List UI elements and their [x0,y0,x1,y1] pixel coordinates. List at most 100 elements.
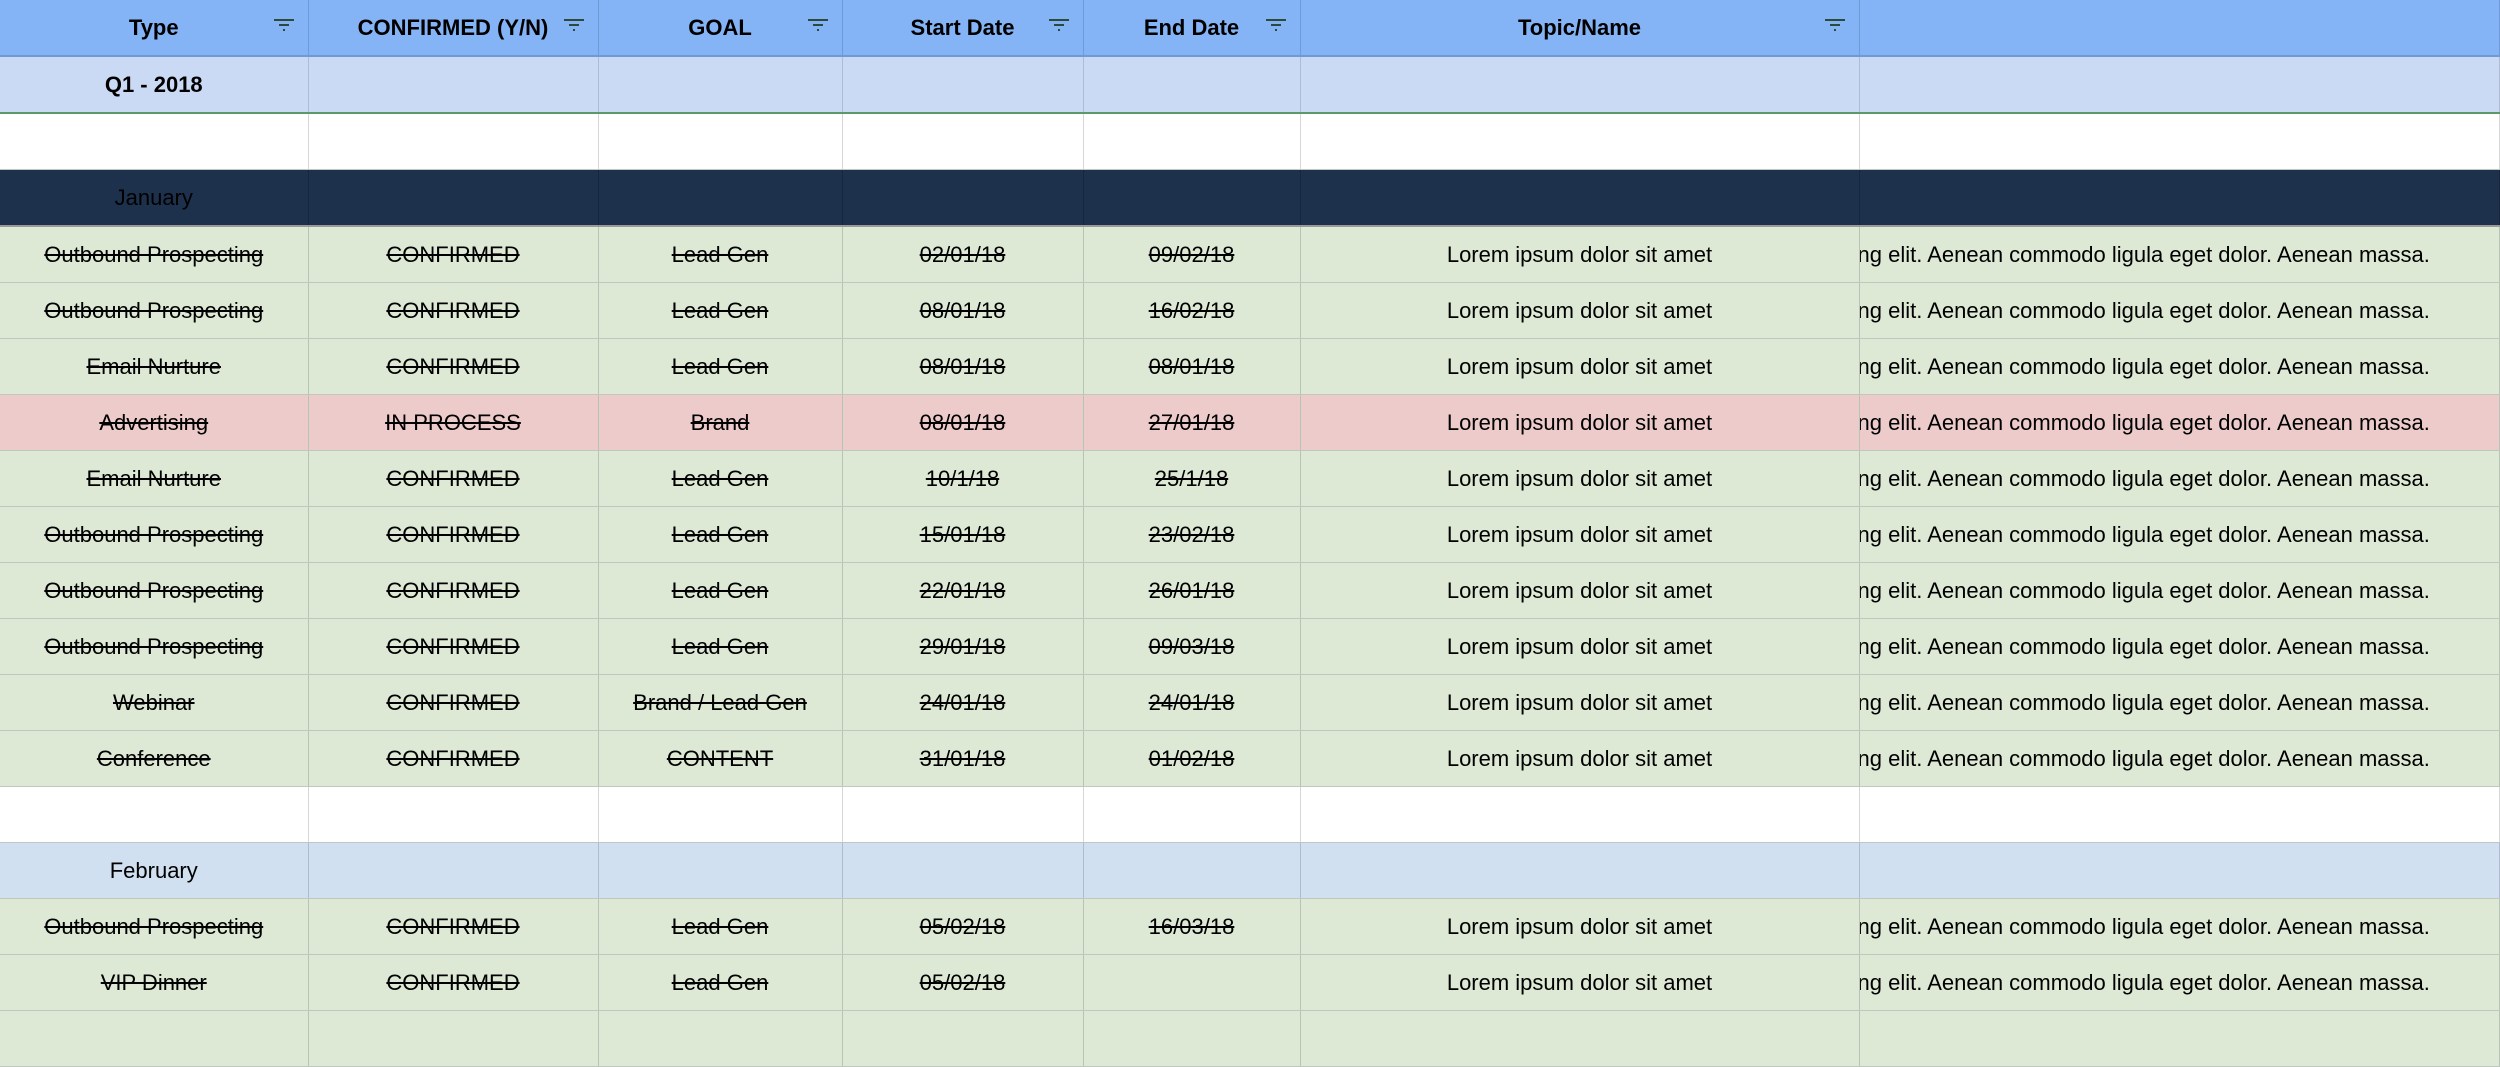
cell[interactable] [1300,786,1860,843]
end-date-cell[interactable]: 26/01/18 [1083,562,1301,619]
start-date-cell[interactable]: 08/01/18 [842,338,1084,395]
confirmed-cell[interactable]: CONFIRMED [308,618,599,675]
confirmed-cell[interactable]: CONFIRMED [308,450,599,507]
description-cell[interactable]: ng elit. Aenean commodo ligula eget dolo… [1859,954,2500,1011]
start-date-cell[interactable]: 29/01/18 [842,618,1084,675]
confirmed-cell[interactable]: CONFIRMED [308,562,599,619]
goal-cell[interactable]: Lead Gen [598,506,843,563]
column-header[interactable]: Start Date [842,0,1084,57]
start-date-cell[interactable]: 05/02/18 [842,898,1084,955]
filter-icon[interactable] [807,18,828,32]
cell[interactable] [1300,169,1860,227]
goal-cell[interactable]: Brand / Lead Gen [598,674,843,731]
cell[interactable] [1859,786,2500,843]
cell[interactable] [308,1010,599,1067]
confirmed-cell[interactable]: CONFIRMED [308,674,599,731]
type-cell[interactable]: Outbound Prospecting [0,618,309,675]
cell[interactable] [842,113,1084,170]
end-date-cell[interactable]: 01/02/18 [1083,730,1301,787]
description-cell[interactable]: ng elit. Aenean commodo ligula eget dolo… [1859,450,2500,507]
type-cell[interactable]: Outbound Prospecting [0,226,309,283]
start-date-cell[interactable]: 15/01/18 [842,506,1084,563]
confirmed-cell[interactable]: IN PROCESS [308,394,599,451]
topic-cell[interactable]: Lorem ipsum dolor sit amet [1300,450,1860,507]
filter-icon[interactable] [1824,18,1845,32]
column-header[interactable]: GOAL [598,0,843,57]
cell[interactable] [598,169,843,227]
goal-cell[interactable]: Lead Gen [598,954,843,1011]
cell[interactable] [1300,842,1860,899]
month-label[interactable]: February [0,842,309,899]
topic-cell[interactable]: Lorem ipsum dolor sit amet [1300,394,1860,451]
cell[interactable] [1083,113,1301,170]
topic-cell[interactable]: Lorem ipsum dolor sit amet [1300,618,1860,675]
goal-cell[interactable]: Lead Gen [598,282,843,339]
column-header[interactable] [1859,0,2500,57]
goal-cell[interactable]: Brand [598,394,843,451]
description-cell[interactable]: ng elit. Aenean commodo ligula eget dolo… [1859,226,2500,283]
goal-cell[interactable]: Lead Gen [598,898,843,955]
description-cell[interactable]: ng elit. Aenean commodo ligula eget dolo… [1859,282,2500,339]
description-cell[interactable]: ng elit. Aenean commodo ligula eget dolo… [1859,506,2500,563]
quarter-label[interactable]: Q1 - 2018 [0,56,309,114]
topic-cell[interactable]: Lorem ipsum dolor sit amet [1300,730,1860,787]
start-date-cell[interactable]: 22/01/18 [842,562,1084,619]
type-cell[interactable]: Webinar [0,674,309,731]
topic-cell[interactable]: Lorem ipsum dolor sit amet [1300,674,1860,731]
description-cell[interactable]: ng elit. Aenean commodo ligula eget dolo… [1859,730,2500,787]
column-header[interactable]: Topic/Name [1300,0,1860,57]
cell[interactable] [842,1010,1084,1067]
cell[interactable] [308,169,599,227]
description-cell[interactable]: ng elit. Aenean commodo ligula eget dolo… [1859,618,2500,675]
goal-cell[interactable]: Lead Gen [598,338,843,395]
end-date-cell[interactable] [1083,954,1301,1011]
end-date-cell[interactable]: 16/03/18 [1083,898,1301,955]
filter-icon[interactable] [273,18,294,32]
topic-cell[interactable]: Lorem ipsum dolor sit amet [1300,954,1860,1011]
start-date-cell[interactable]: 08/01/18 [842,282,1084,339]
cell[interactable] [1859,842,2500,899]
cell[interactable] [598,786,843,843]
cell[interactable] [842,842,1084,899]
cell[interactable] [0,113,309,170]
end-date-cell[interactable]: 09/02/18 [1083,226,1301,283]
cell[interactable] [1859,56,2500,114]
goal-cell[interactable]: Lead Gen [598,226,843,283]
cell[interactable] [598,1010,843,1067]
topic-cell[interactable]: Lorem ipsum dolor sit amet [1300,338,1860,395]
end-date-cell[interactable]: 23/02/18 [1083,506,1301,563]
confirmed-cell[interactable]: CONFIRMED [308,338,599,395]
topic-cell[interactable]: Lorem ipsum dolor sit amet [1300,506,1860,563]
start-date-cell[interactable]: 08/01/18 [842,394,1084,451]
cell[interactable] [308,113,599,170]
goal-cell[interactable]: Lead Gen [598,450,843,507]
confirmed-cell[interactable]: CONFIRMED [308,506,599,563]
confirmed-cell[interactable]: CONFIRMED [308,226,599,283]
description-cell[interactable]: ng elit. Aenean commodo ligula eget dolo… [1859,674,2500,731]
type-cell[interactable]: Outbound Prospecting [0,898,309,955]
cell[interactable] [1300,113,1860,170]
column-header[interactable]: Type [0,0,309,57]
end-date-cell[interactable]: 09/03/18 [1083,618,1301,675]
cell[interactable] [1083,1010,1301,1067]
start-date-cell[interactable]: 24/01/18 [842,674,1084,731]
end-date-cell[interactable]: 16/02/18 [1083,282,1301,339]
goal-cell[interactable]: Lead Gen [598,618,843,675]
start-date-cell[interactable]: 31/01/18 [842,730,1084,787]
end-date-cell[interactable]: 08/01/18 [1083,338,1301,395]
goal-cell[interactable]: Lead Gen [598,562,843,619]
cell[interactable] [842,169,1084,227]
column-header[interactable]: CONFIRMED (Y/N) [308,0,599,57]
cell[interactable] [308,56,599,114]
end-date-cell[interactable]: 25/1/18 [1083,450,1301,507]
cell[interactable] [0,1010,309,1067]
cell[interactable] [598,56,843,114]
cell[interactable] [1300,56,1860,114]
confirmed-cell[interactable]: CONFIRMED [308,954,599,1011]
type-cell[interactable]: Email Nurture [0,450,309,507]
description-cell[interactable]: ng elit. Aenean commodo ligula eget dolo… [1859,898,2500,955]
confirmed-cell[interactable]: CONFIRMED [308,282,599,339]
cell[interactable] [1083,169,1301,227]
cell[interactable] [1083,786,1301,843]
cell[interactable] [0,786,309,843]
